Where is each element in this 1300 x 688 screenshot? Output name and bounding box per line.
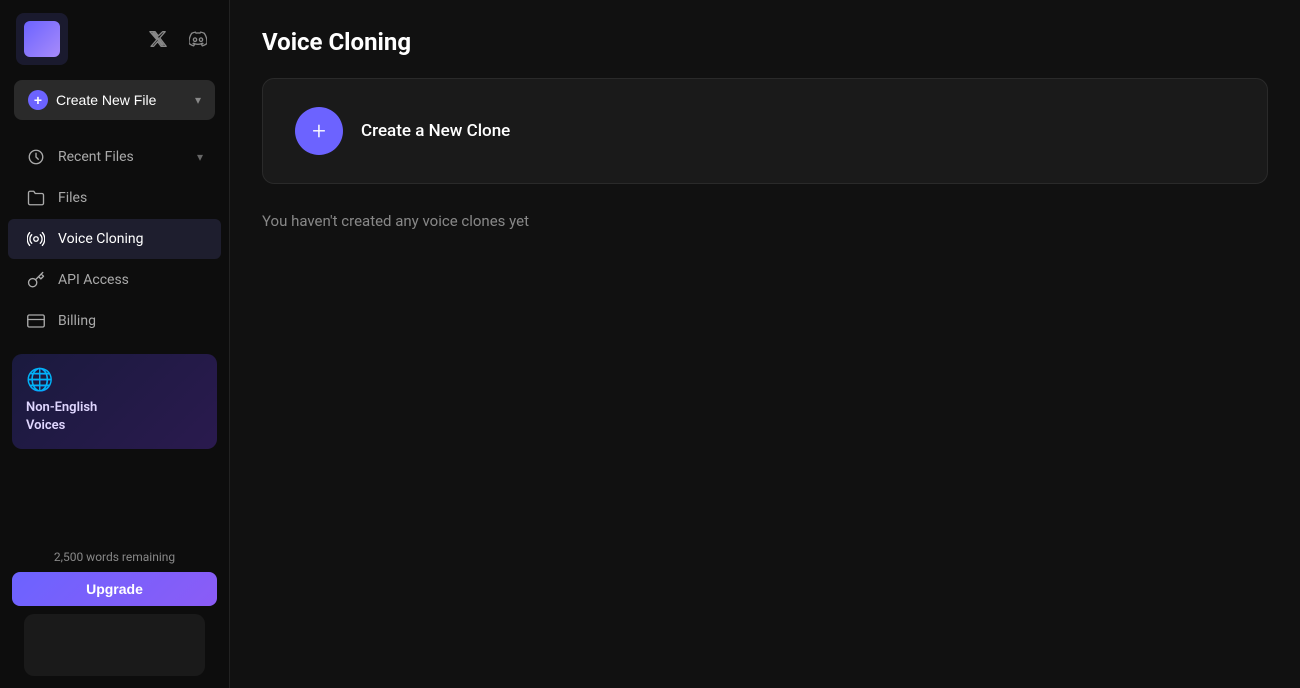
discord-icon[interactable]: [183, 24, 213, 54]
upgrade-button[interactable]: Upgrade: [12, 572, 217, 606]
empty-state-text: You haven't created any voice clones yet: [262, 212, 1268, 230]
recent-files-label: Recent Files: [58, 149, 134, 165]
create-button-label: Create New File: [56, 92, 156, 108]
billing-label: Billing: [58, 313, 96, 329]
twitter-icon[interactable]: [143, 24, 173, 54]
plus-circle-icon: +: [295, 107, 343, 155]
globe-icon: 🌐: [26, 368, 203, 393]
main-content: Voice Cloning + Create a New Clone You h…: [230, 0, 1300, 688]
promo-title: Non-EnglishVoices: [26, 399, 203, 435]
sidebar-item-files[interactable]: Files: [8, 178, 221, 218]
recent-files-chevron: ▾: [197, 150, 203, 164]
words-remaining-label: 2,500 words remaining: [12, 550, 217, 564]
files-label: Files: [58, 190, 87, 206]
api-access-label: API Access: [58, 272, 129, 288]
sidebar-item-billing[interactable]: Billing: [8, 301, 221, 341]
voice-cloning-label: Voice Cloning: [58, 231, 143, 247]
page-title: Voice Cloning: [262, 28, 1268, 56]
logo-inner: [24, 21, 60, 57]
sidebar: + Create New File ▾ Recent Files ▾: [0, 0, 230, 688]
sidebar-bottom: 2,500 words remaining Upgrade: [0, 538, 229, 688]
waveform-icon: [26, 230, 46, 248]
folder-icon: [26, 189, 46, 207]
create-clone-label: Create a New Clone: [361, 121, 510, 141]
create-clone-card[interactable]: + Create a New Clone: [262, 78, 1268, 184]
sidebar-item-api-access[interactable]: API Access: [8, 260, 221, 300]
nav-section: Recent Files ▾ Files Voice Cloning: [0, 132, 229, 346]
logo: [16, 13, 68, 65]
sidebar-card: [24, 614, 205, 676]
social-icons: [143, 24, 213, 54]
key-icon: [26, 271, 46, 289]
sidebar-top: [0, 0, 229, 72]
sidebar-item-recent-files[interactable]: Recent Files ▾: [8, 137, 221, 177]
create-new-file-button[interactable]: + Create New File ▾: [14, 80, 215, 120]
sidebar-item-voice-cloning[interactable]: Voice Cloning: [8, 219, 221, 259]
plus-icon: +: [28, 90, 48, 110]
chevron-down-icon: ▾: [195, 93, 201, 107]
credit-card-icon: [26, 312, 46, 330]
non-english-voices-promo[interactable]: 🌐 Non-EnglishVoices: [12, 354, 217, 449]
clock-icon: [26, 148, 46, 166]
